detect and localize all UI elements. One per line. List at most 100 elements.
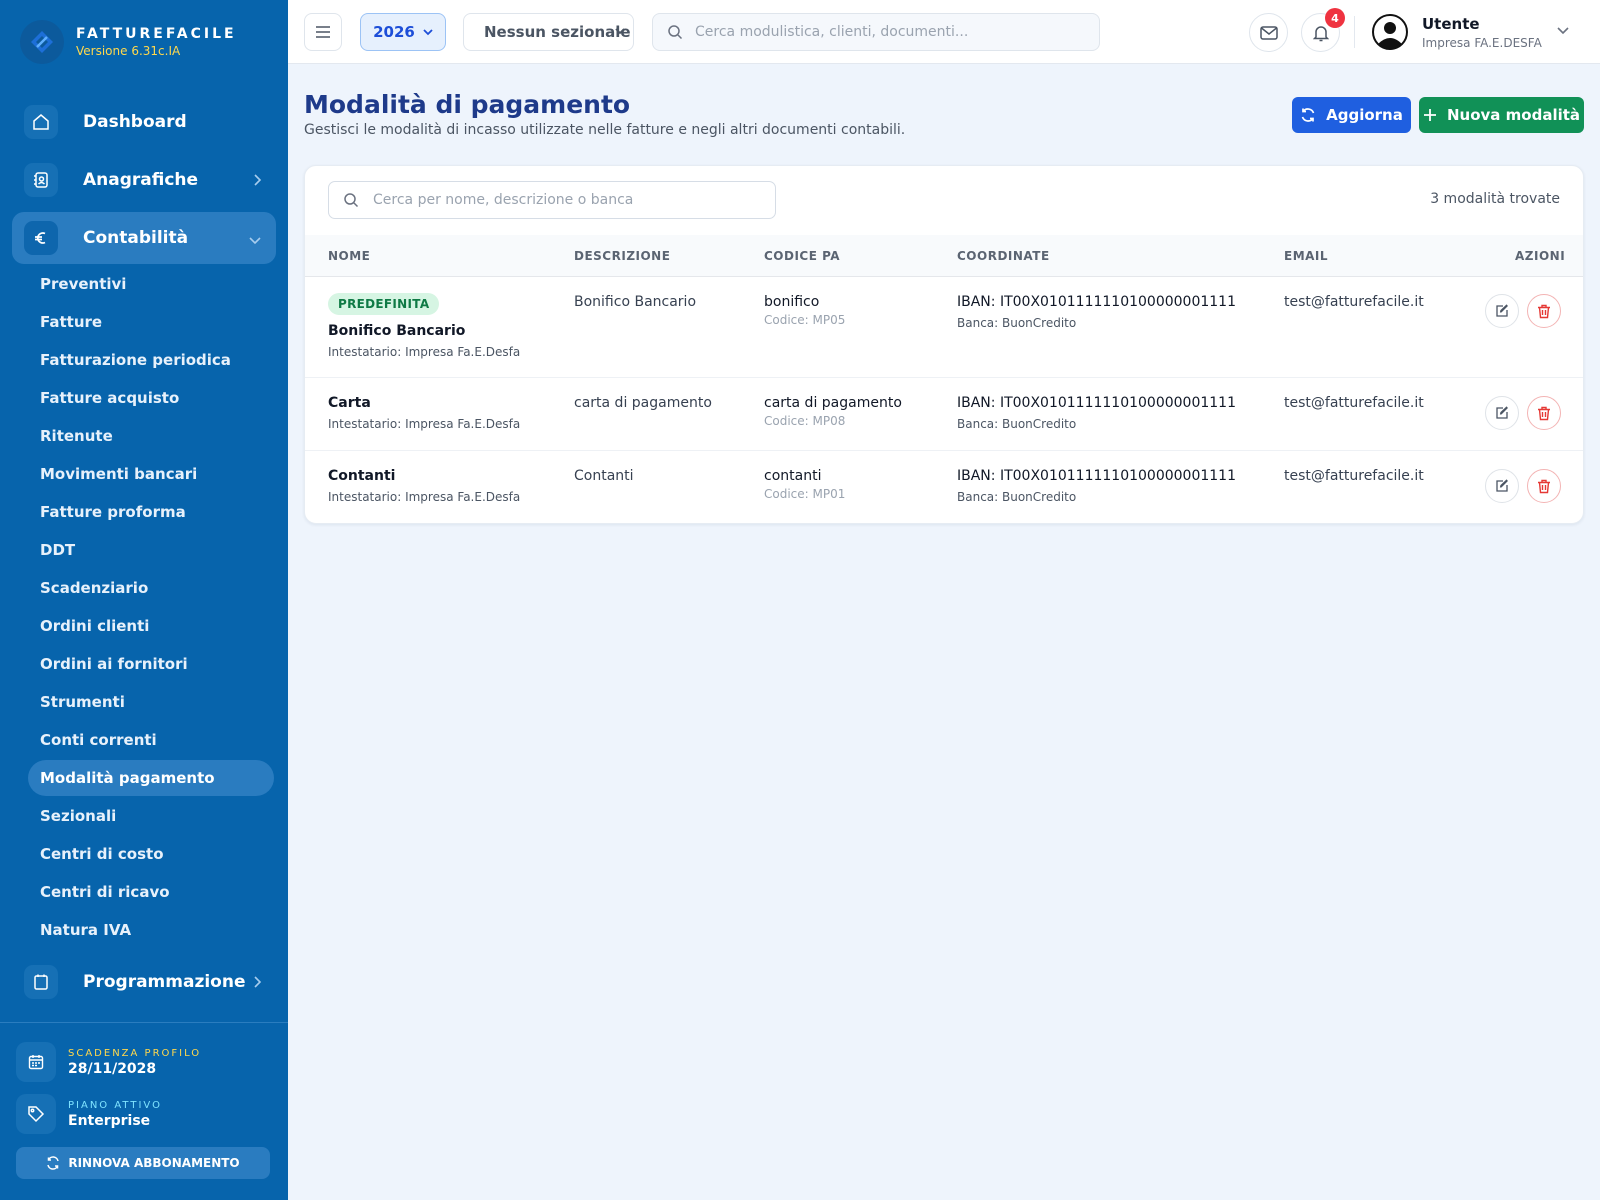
topbar: 2026 Nessun sezionale Cerca modulistica,…	[288, 0, 1600, 64]
payment-method-email: test@fatturefacile.it	[1284, 294, 1424, 310]
mail-icon	[1259, 25, 1278, 40]
messages-button[interactable]	[1249, 13, 1288, 52]
refresh-button[interactable]: Aggiorna	[1292, 97, 1411, 133]
payment-method-holder: Intestatario: Impresa Fa.E.Desfa	[328, 490, 521, 504]
plan-value: Enterprise	[68, 1112, 151, 1129]
brand-version: Versione 6.31c.IA	[76, 44, 181, 58]
delete-button[interactable]	[1527, 469, 1561, 503]
notifications-button[interactable]: 4	[1301, 8, 1345, 52]
expiry-caption: SCADENZA PROFILO	[68, 1047, 202, 1059]
sidebar-subitem-movimenti-bancari[interactable]: Movimenti bancari	[28, 456, 274, 492]
sidebar-subitem-sezionali[interactable]: Sezionali	[28, 798, 274, 834]
new-payment-method-button[interactable]: Nuova modalità	[1419, 97, 1584, 133]
column-header-codice-pa[interactable]: CODICE PA	[764, 249, 840, 263]
home-icon	[24, 105, 58, 139]
trash-icon	[1538, 406, 1550, 420]
global-search-input[interactable]: Cerca modulistica, clienti, documenti...	[652, 13, 1100, 51]
sidebar-subitem-fatture-proforma[interactable]: Fatture proforma	[28, 494, 274, 530]
year-select[interactable]: 2026	[360, 13, 446, 51]
sidebar-subitem-fatture[interactable]: Fatture	[28, 304, 274, 340]
table-header: NOME DESCRIZIONE CODICE PA COORDINATE EM…	[305, 235, 1583, 277]
sidebar-subitem-ordini-fornitori[interactable]: Ordini ai fornitori	[28, 646, 274, 682]
plan-caption: PIANO ATTIVO	[68, 1099, 162, 1111]
column-header-email[interactable]: EMAIL	[1284, 249, 1328, 263]
sidebar-item-label: Anagrafiche	[83, 170, 199, 190]
sidebar: FATTUREFACILE Versione 6.31c.IA Dashboar…	[0, 0, 288, 1200]
payment-method-description: Bonifico Bancario	[574, 294, 697, 310]
edit-button[interactable]	[1485, 396, 1519, 430]
chevron-down-icon	[615, 28, 625, 35]
sidebar-item-anagrafiche[interactable]: Anagrafiche	[12, 154, 276, 206]
pa-code: Codice: MP05	[764, 313, 846, 327]
column-header-coordinate[interactable]: COORDINATE	[957, 249, 1050, 263]
bank-name: Banca: BuonCredito	[957, 417, 1077, 431]
active-plan: PIANO ATTIVO Enterprise	[16, 1094, 162, 1134]
sidebar-subitem-natura-iva[interactable]: Natura IVA	[28, 912, 274, 948]
euro-icon	[24, 221, 58, 255]
profile-expiry: SCADENZA PROFILO 28/11/2028	[16, 1042, 201, 1082]
result-count: 3 modalità trovate	[1430, 191, 1560, 207]
sidebar-subitem-centri-di-costo[interactable]: Centri di costo	[28, 836, 274, 872]
brand[interactable]: FATTUREFACILE Versione 6.31c.IA	[20, 20, 237, 64]
edit-button[interactable]	[1485, 294, 1519, 328]
delete-button[interactable]	[1527, 396, 1561, 430]
sidebar-subitem-centri-di-ricavo[interactable]: Centri di ricavo	[28, 874, 274, 910]
sidebar-item-label: Dashboard	[83, 112, 187, 132]
sidebar-item-contabilita[interactable]: Contabilità	[12, 212, 276, 264]
menu-toggle-button[interactable]	[304, 13, 342, 51]
user-name: Utente	[1422, 15, 1480, 33]
table-row[interactable]: PREDEFINITA Bonifico Bancario Intestatar…	[305, 278, 1583, 378]
sidebar-item-programmazione[interactable]: Programmazione	[12, 956, 276, 1008]
edit-button[interactable]	[1485, 469, 1519, 503]
refresh-label: Aggiorna	[1326, 106, 1403, 124]
avatar[interactable]	[1372, 14, 1408, 50]
brand-name: FATTUREFACILE	[76, 26, 237, 42]
sidebar-subitem-ritenute[interactable]: Ritenute	[28, 418, 274, 454]
bank-name: Banca: BuonCredito	[957, 490, 1077, 504]
chevron-right-icon	[252, 974, 262, 993]
sidebar-subitem-modalita-pagamento[interactable]: Modalità pagamento	[28, 760, 274, 796]
sidebar-subitem-fatture-acquisto[interactable]: Fatture acquisto	[28, 380, 274, 416]
payment-method-email: test@fatturefacile.it	[1284, 395, 1424, 411]
payment-method-description: carta di pagamento	[574, 395, 712, 411]
chevron-right-icon	[252, 172, 262, 191]
table-row[interactable]: Carta Intestatario: Impresa Fa.E.Desfa c…	[305, 378, 1583, 451]
user-menu[interactable]: Utente Impresa FA.E.DESFA	[1422, 15, 1542, 50]
sezionale-select[interactable]: Nessun sezionale	[463, 13, 634, 51]
sidebar-subitem-fatturazione-periodica[interactable]: Fatturazione periodica	[28, 342, 274, 378]
payment-method-holder: Intestatario: Impresa Fa.E.Desfa	[328, 417, 521, 431]
pa-value: contanti	[764, 468, 822, 484]
brand-logo-icon	[20, 20, 64, 64]
chevron-down-icon[interactable]	[1556, 26, 1570, 36]
search-icon	[668, 25, 683, 40]
payment-methods-search-input[interactable]: Cerca per nome, descrizione o banca	[328, 181, 776, 219]
sidebar-subitem-strumenti[interactable]: Strumenti	[28, 684, 274, 720]
iban: IBAN: IT00X0101111110100000001111	[957, 468, 1236, 484]
chevron-down-icon	[423, 29, 433, 36]
bell-icon	[1312, 25, 1329, 41]
sezionale-value: Nessun sezionale	[484, 23, 631, 41]
sidebar-subitem-conti-correnti[interactable]: Conti correnti	[28, 722, 274, 758]
delete-button[interactable]	[1527, 294, 1561, 328]
sidebar-item-dashboard[interactable]: Dashboard	[12, 96, 276, 148]
tag-icon	[16, 1094, 56, 1134]
plus-icon	[1423, 109, 1436, 121]
sidebar-subitem-scadenziario[interactable]: Scadenziario	[28, 570, 274, 606]
trash-icon	[1538, 304, 1550, 318]
renew-subscription-button[interactable]: RINNOVA ABBONAMENTO	[16, 1147, 270, 1179]
contacts-icon	[24, 163, 58, 197]
pa-code: Codice: MP08	[764, 414, 846, 428]
sidebar-subitem-ddt[interactable]: DDT	[28, 532, 274, 568]
notifications-badge: 4	[1325, 8, 1345, 28]
sidebar-subitem-preventivi[interactable]: Preventivi	[28, 266, 274, 302]
column-header-nome[interactable]: NOME	[328, 249, 370, 263]
sidebar-item-label: Programmazione	[83, 972, 246, 992]
sidebar-subitem-ordini-clienti[interactable]: Ordini clienti	[28, 608, 274, 644]
edit-icon	[1496, 479, 1508, 492]
topbar-divider	[1354, 16, 1355, 48]
payment-methods-search-placeholder: Cerca per nome, descrizione o banca	[373, 192, 634, 208]
column-header-descrizione[interactable]: DESCRIZIONE	[574, 249, 670, 263]
global-search-placeholder: Cerca modulistica, clienti, documenti...	[695, 24, 969, 40]
table-row[interactable]: Contanti Intestatario: Impresa Fa.E.Desf…	[305, 451, 1583, 523]
user-company: Impresa FA.E.DESFA	[1422, 36, 1542, 50]
